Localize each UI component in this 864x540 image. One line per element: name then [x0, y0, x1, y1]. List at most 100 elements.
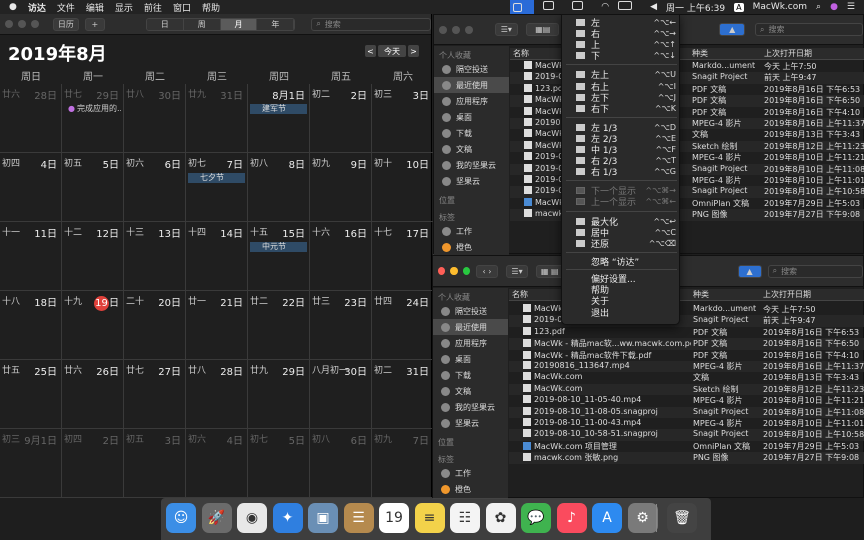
layout-menu-item[interactable]: 右 2/3 ^⌥T — [562, 155, 681, 167]
footer-menu-item[interactable]: 偏好设置... — [562, 273, 681, 285]
sidebar-item[interactable]: 隔空投送 — [433, 303, 508, 319]
sidebar-item[interactable]: 最近使用 — [434, 77, 509, 93]
calendars-button[interactable]: 日历 — [52, 17, 79, 31]
file-row[interactable]: MacWk.com 文稿 2019年8月13日 下午3:43 — [509, 372, 864, 383]
view-2[interactable]: 月 — [220, 18, 258, 30]
search-icon[interactable]: ⌕ — [816, 2, 821, 12]
day-cell[interactable]: 十二 12日 — [62, 222, 124, 291]
close-button[interactable] — [5, 20, 13, 28]
sidebar-item[interactable]: 桌面 — [434, 109, 509, 125]
sidebar-item[interactable]: 应用程序 — [433, 335, 508, 351]
layout-menu-item[interactable]: 左 ^⌥← — [562, 17, 681, 29]
footer-menu-item[interactable]: 帮助 — [562, 284, 681, 296]
file-row[interactable]: MacWk.com Sketch 绘制 2019年8月12日 上午11:23 — [509, 383, 864, 396]
day-cell[interactable]: 初七 7日 七夕节 — [186, 153, 248, 222]
menu-2[interactable]: 编辑 — [86, 1, 104, 14]
magnet-icon[interactable] — [510, 0, 535, 14]
day-cell[interactable]: 廿六 28日 — [0, 84, 62, 153]
sidebar-item[interactable]: 我的坚果云 — [433, 399, 508, 415]
screen-mirror-icon[interactable] — [543, 1, 563, 13]
day-cell[interactable]: 初六 4日 — [186, 429, 248, 498]
day-cell[interactable]: 十三 13日 — [124, 222, 186, 291]
day-cell[interactable]: 初五 3日 — [124, 429, 186, 498]
site-label[interactable]: MacWk.com — [753, 2, 807, 12]
search-input[interactable]: ⌕ 搜索 — [311, 17, 431, 31]
app-store-icon[interactable]: A — [592, 503, 622, 533]
sidebar-item[interactable]: 隔空投送 — [434, 61, 509, 77]
name-column-header[interactable]: 名称 — [513, 48, 529, 59]
day-cell[interactable]: 初六 6日 — [124, 153, 186, 222]
zoom-button[interactable] — [464, 25, 473, 34]
next-month-button[interactable]: > — [408, 45, 419, 57]
kind-column-header[interactable]: 种类 — [693, 289, 709, 300]
day-cell[interactable]: 廿九 29日 — [248, 360, 310, 429]
day-cell[interactable]: 廿五 25日 — [0, 360, 62, 429]
safari-icon[interactable]: ✦ — [272, 503, 303, 533]
day-cell[interactable]: 初二 2日 — [310, 84, 372, 153]
launchpad-icon[interactable]: 🚀 — [201, 503, 232, 533]
battery-icon[interactable] — [618, 1, 641, 13]
day-cell[interactable]: 初二 31日 — [372, 360, 434, 429]
sidebar-item[interactable]: 我的坚果云 — [434, 157, 509, 173]
day-cell[interactable]: 十九 19日 — [62, 291, 124, 360]
day-cell[interactable]: 十五 15日 中元节 — [248, 222, 310, 291]
prev-month-button[interactable]: < — [365, 45, 376, 57]
day-cell[interactable]: 初四 4日 — [0, 153, 62, 222]
day-cell[interactable]: 十七 17日 — [372, 222, 434, 291]
file-row[interactable]: 2019-08-10_11-00-43.mp4 MPEG-4 影片 2019年8月1… — [509, 418, 864, 429]
day-cell[interactable]: 廿六 26日 — [62, 360, 124, 429]
layout-menu-item[interactable]: 右下 ^⌥K — [562, 103, 681, 115]
add-event-button[interactable]: + — [84, 17, 105, 31]
messages-icon[interactable]: 💬 — [521, 503, 551, 533]
calendar-event[interactable]: 建军节 — [250, 104, 307, 114]
file-row[interactable]: 2019-08-10_10-58-51.snagproj Snagit Proje… — [509, 429, 864, 441]
day-cell[interactable]: 初三 9月1日 — [0, 429, 62, 498]
monitor-icon[interactable] — [572, 1, 592, 13]
close-button[interactable] — [439, 25, 447, 34]
sidebar-tag[interactable]: 橙色 — [434, 239, 509, 255]
music-icon[interactable]: ♪ — [556, 503, 587, 533]
file-row[interactable]: 20190816_113647.mp4 MPEG-4 影片 2019年8月16日 上… — [509, 361, 864, 373]
apple-icon[interactable]: ● — [9, 2, 17, 12]
day-cell[interactable]: 初九 7日 — [372, 429, 434, 498]
arrange-button[interactable]: ☰▾ — [494, 23, 519, 36]
system-preferences-icon[interactable]: ⚙ — [627, 503, 658, 533]
sidebar-item[interactable]: 应用程序 — [434, 93, 509, 109]
sidebar-tag[interactable]: 工作 — [433, 465, 508, 481]
file-row[interactable]: macwk.com 张敏.png PNG 图像 2019年7月27日 下午9:08 — [509, 452, 864, 464]
day-cell[interactable]: 廿八 28日 — [186, 360, 248, 429]
day-cell[interactable]: 初十 10日 — [372, 153, 434, 222]
layout-menu-item[interactable]: 下 ^⌥↓ — [562, 50, 681, 62]
file-row[interactable]: MacWk - 精品mac软件下载.pdf PDF 文稿 2019年8月16日 下午… — [509, 350, 864, 361]
minimize-button[interactable] — [17, 20, 26, 28]
name-column-header[interactable]: 名称 — [512, 289, 528, 300]
minimize-button[interactable] — [450, 267, 458, 275]
day-cell[interactable]: 廿八 30日 — [124, 84, 186, 153]
file-row[interactable]: 123.pdf PDF 文稿 2019年8月16日 下午6:53 — [509, 326, 864, 338]
zoom-button[interactable] — [462, 267, 470, 275]
day-cell[interactable]: 二十 20日 — [124, 291, 186, 360]
sidebar-tag[interactable]: 工作 — [434, 223, 509, 239]
wifi-icon[interactable]: ◠ — [601, 2, 609, 12]
notification-icon[interactable]: ☰ — [847, 2, 855, 12]
layout-menu-item[interactable]: 上一个显示 ^⌥⌘← — [562, 196, 681, 208]
sidebar-item[interactable]: 最近使用 — [433, 319, 508, 335]
layout-menu-item[interactable]: 中 1/3 ^⌥F — [562, 144, 681, 156]
layout-menu-item[interactable]: 左上 ^⌥U — [562, 69, 681, 81]
day-cell[interactable]: 廿九 31日 — [186, 84, 248, 153]
footer-menu-item[interactable]: 退出 — [562, 307, 681, 319]
input-method-icon[interactable]: A — [734, 2, 744, 12]
share-button[interactable]: ▲ — [737, 264, 762, 278]
siri-icon[interactable]: ● — [830, 2, 838, 12]
calendar-event[interactable]: 中元节 — [250, 242, 307, 252]
calendar-event[interactable]: ● 完成应用的... — [64, 104, 121, 114]
sidebar-item[interactable]: 下载 — [433, 367, 508, 383]
layout-menu-item[interactable]: 左下 ^⌥J — [562, 92, 681, 104]
clock[interactable]: 周一 上午6:39 — [666, 1, 725, 14]
contacts-icon[interactable]: ☰ — [343, 503, 374, 533]
menu-0[interactable]: 访达 — [28, 1, 46, 14]
photos-icon[interactable]: ✿ — [485, 503, 516, 533]
search-input[interactable]: ⌕ 搜索 — [755, 23, 863, 36]
zoom-button[interactable] — [30, 20, 39, 28]
day-cell[interactable]: 初八 8日 — [248, 153, 310, 222]
